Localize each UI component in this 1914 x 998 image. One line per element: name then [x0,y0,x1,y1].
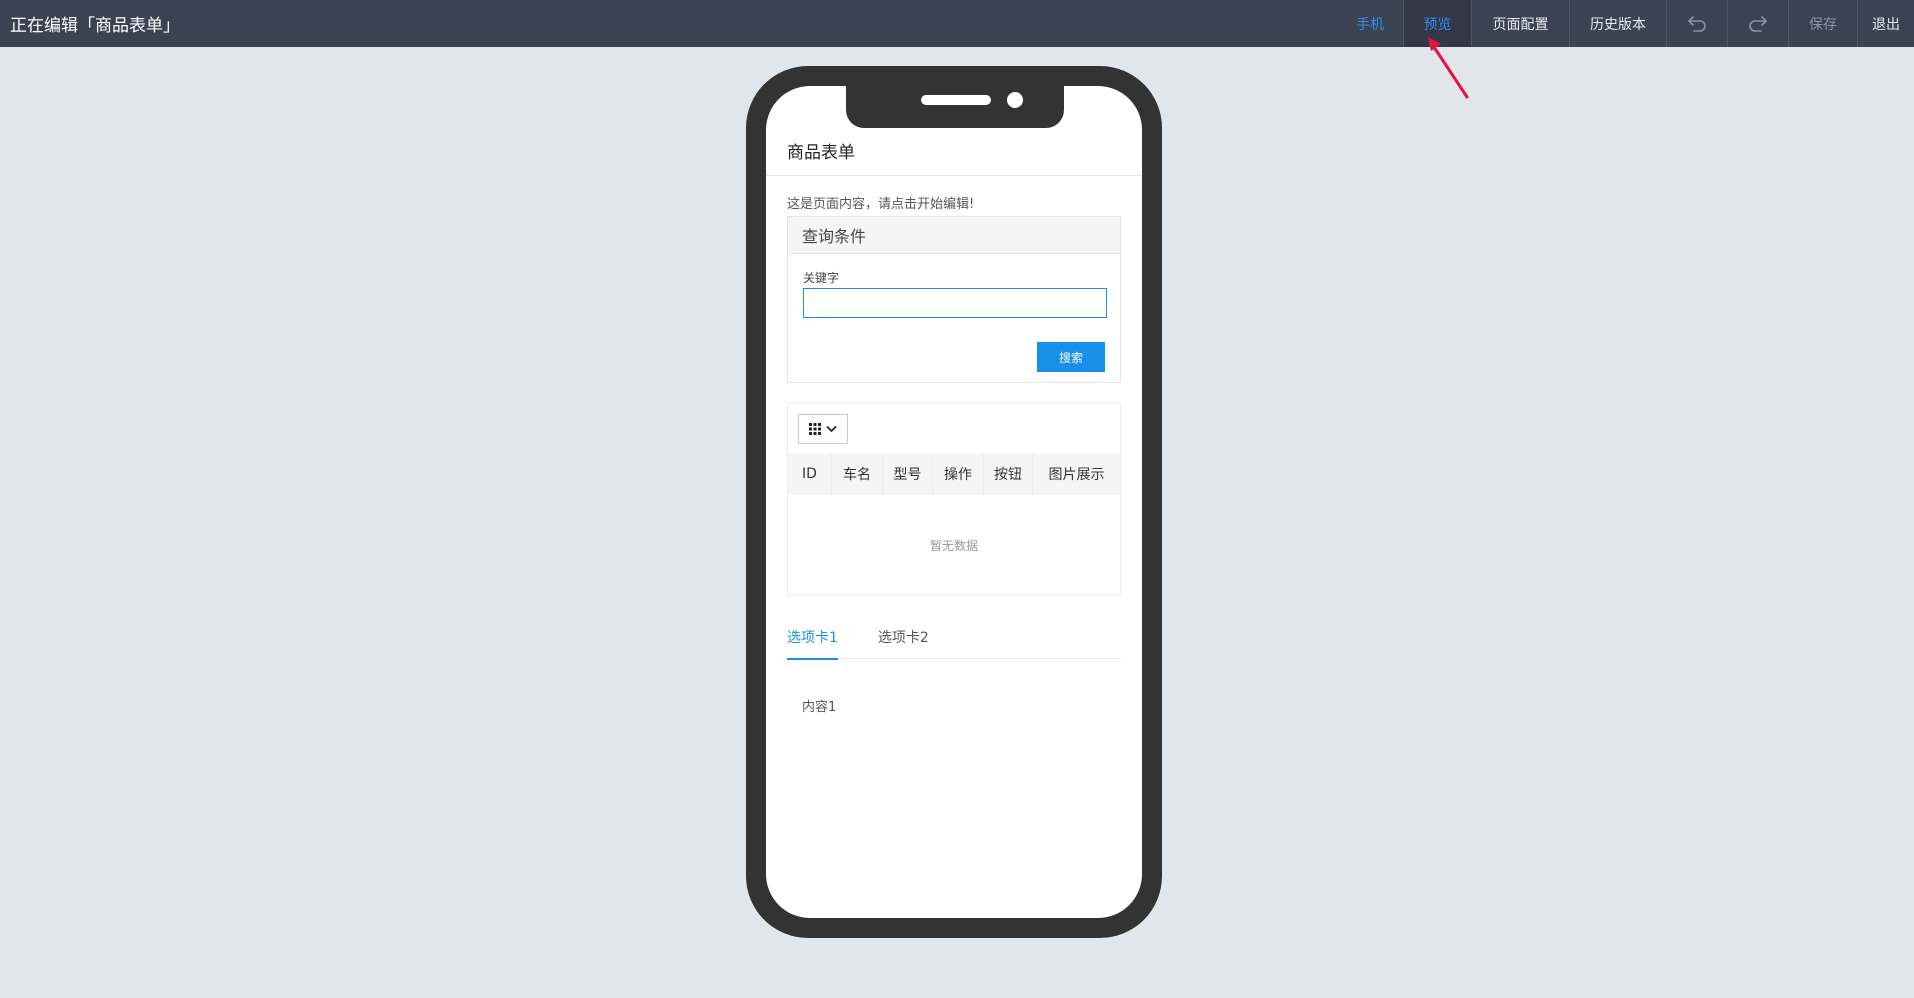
redo-icon [1749,15,1767,32]
tab-2[interactable]: 选项卡2 [878,616,929,659]
phone-screen: 商品表单 这是页面内容，请点击开始编辑! 查询条件 关键字 搜索 ID 车名 型… [766,86,1142,918]
table-header: ID 车名 型号 操作 按钮 图片展示 [788,453,1120,495]
column-header-button[interactable]: 按钮 [983,453,1032,495]
editor-title: 正在编辑「商品表单」 [10,16,180,36]
speaker-grille [921,95,991,105]
column-header-operation[interactable]: 操作 [932,453,983,495]
red-arrow-annotation [1428,37,1469,99]
column-header-car-name[interactable]: 车名 [831,453,882,495]
column-header-id[interactable]: ID [788,453,831,495]
column-header-model[interactable]: 型号 [882,453,932,495]
query-panel-title: 查询条件 [788,217,1120,254]
save-button[interactable]: 保存 [1788,0,1857,47]
query-panel: 查询条件 关键字 搜索 [787,216,1121,383]
history-version-button[interactable]: 历史版本 [1569,0,1666,47]
tab-1[interactable]: 选项卡1 [787,616,838,660]
column-header-image[interactable]: 图片展示 [1032,453,1120,495]
front-camera [1007,92,1023,108]
search-button[interactable]: 搜索 [1037,342,1105,372]
empty-data-text: 暂无数据 [929,538,978,553]
chevron-down-icon [826,425,837,433]
grid-icon [809,423,821,435]
tab-content: 内容1 [802,700,837,715]
undo-button[interactable] [1666,0,1727,47]
page-content: 这是页面内容，请点击开始编辑! 查询条件 关键字 搜索 ID 车名 型号 操作 … [787,176,1121,715]
tab-bar: 选项卡1 选项卡2 [787,616,1121,660]
column-toggle-button[interactable] [798,414,848,444]
redo-button[interactable] [1727,0,1788,47]
phone-frame: 商品表单 这是页面内容，请点击开始编辑! 查询条件 关键字 搜索 ID 车名 型… [746,66,1162,938]
top-bar: 正在编辑「商品表单」 手机 预览 页面配置 历史版本 保存 退出 [0,0,1914,47]
exit-button[interactable]: 退出 [1857,0,1914,47]
keyword-input[interactable] [803,288,1107,318]
keyword-label: 关键字 [803,271,840,285]
edit-hint-text[interactable]: 这是页面内容，请点击开始编辑! [787,196,1121,214]
data-table: ID 车名 型号 操作 按钮 图片展示 暂无数据 [787,403,1121,596]
undo-icon [1688,15,1706,32]
phone-notch [846,86,1064,128]
phone-mode-button[interactable]: 手机 [1337,0,1403,47]
page-title: 商品表单 [766,126,1142,176]
page-config-button[interactable]: 页面配置 [1471,0,1569,47]
